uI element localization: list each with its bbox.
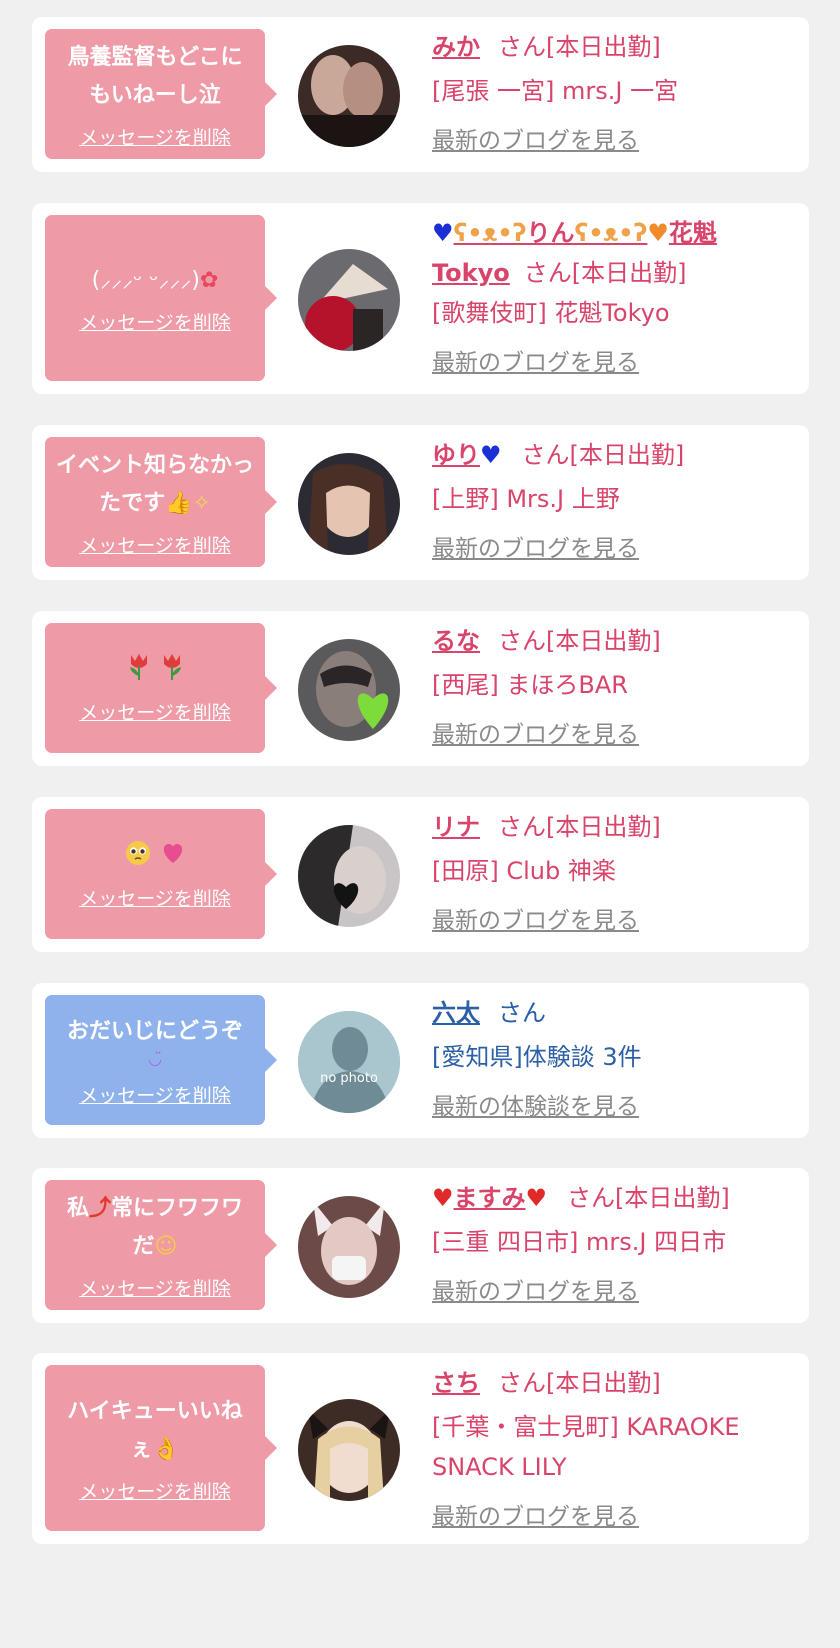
tulip-icon [129,654,147,680]
smiling-face-icon: ◡̈ [148,1048,162,1068]
shop-text: [西尾] まほろBAR [432,671,628,699]
avatar[interactable] [298,825,400,927]
cast-info: るな さん[本日出勤] [西尾] まほろBAR 最新のブログを見る [432,621,795,755]
message-card: イベント知らなかったです👍✧ メッセージを削除 ゆり♥ さん[本日出勤] [上野]… [32,425,809,580]
message-text: 私 [66,1195,89,1221]
message-bubble: 鳥養監督もどこにもいねーし泣 メッセージを削除 [45,29,277,159]
arrow-up-right-icon: ⤴ [88,1195,111,1221]
message-bubble: メッセージを削除 [45,809,277,939]
delete-message-link[interactable]: メッセージを削除 [79,884,231,911]
avatar[interactable] [298,453,400,555]
pink-heart-icon [163,843,182,863]
blue-heart-icon: ♥ [480,441,502,469]
cast-info: リナ さん[本日出勤] [田原] Club 神楽 最新のブログを見る [432,807,795,941]
message-bubble: おだいじにどうぞ ◡̈ メッセージを削除 [45,995,277,1125]
rolling-laughing-icon: ☺ [154,1233,178,1259]
latest-blog-link[interactable]: 最新のブログを見る [432,121,639,161]
orange-heart-icon: ♥ [647,219,669,247]
latest-blog-link[interactable]: 最新のブログを見る [432,901,639,941]
shop-text: [三重 四日市] mrs.J 四日市 [432,1228,727,1256]
shop-text: [尾張 一宮] mrs.J 一宮 [432,77,679,105]
member-suffix: さん [498,999,546,1027]
cast-info: ♥ますみ♥ さん[本日出勤] [三重 四日市] mrs.J 四日市 最新のブログを… [432,1178,795,1312]
message-bubble: イベント知らなかったです👍✧ メッセージを削除 [45,437,277,567]
latest-blog-link[interactable]: 最新のブログを見る [432,343,639,383]
cast-info: 六太 さん [愛知県]体験談 3件 最新の体験談を見る [432,993,795,1127]
avatar[interactable] [298,1196,400,1298]
latest-blog-link[interactable]: 最新のブログを見る [432,1497,639,1537]
cast-name-link[interactable]: リナ [432,813,480,841]
message-bubble: 私⤴常にフワフワだ☺ メッセージを削除 [45,1180,277,1310]
shop-text: [千葉・富士見町] KARAOKE SNACK LILY [432,1413,740,1481]
sparkles-icon: ✧ [192,490,211,516]
no-photo-label: no photo [320,1071,378,1086]
pleading-face-icon [125,840,150,865]
avatar[interactable] [298,45,400,147]
delete-message-link[interactable]: メッセージを削除 [79,123,231,150]
message-text: おだいじにどうぞ [66,1018,243,1044]
latest-blog-link[interactable]: 最新のブログを見る [432,715,639,755]
message-card: 鳥養監督もどこにもいねーし泣 メッセージを削除 みか さん[本日出勤] [尾張 一… [32,17,809,172]
message-card: 私⤴常にフワフワだ☺ メッセージを削除 ♥ますみ♥ さん[本日出勤] [三重 四日… [32,1168,809,1323]
message-card: ハイキューいいねぇ👌 メッセージを削除 さち さん[本日出勤] [千葉・富士見町]… [32,1353,809,1544]
hamster-icon: ʕ•ᴥ•ʔ [453,219,527,247]
thumbs-up-icon: 👍 [165,490,193,516]
delete-message-link[interactable]: メッセージを削除 [79,1477,231,1504]
message-text: (⸝⸝⸝ᵕ ᵕ⸝⸝⸝) [91,267,200,293]
latest-review-link[interactable]: 最新の体験談を見る [432,1087,639,1127]
cast-status: さん[本日出勤] [567,1184,730,1212]
delete-message-link[interactable]: メッセージを削除 [79,531,231,558]
message-bubble: ハイキューいいねぇ👌 メッセージを削除 [45,1365,277,1531]
cast-info: ゆり♥ さん[本日出勤] [上野] Mrs.J 上野 最新のブログを見る [432,435,795,569]
red-heart-icon: ♥ [432,1184,454,1212]
cast-info: ♥ʕ•ᴥ•ʔりんʕ•ᴥ•ʔ♥花魁Tokyo さん[本日出勤] [歌舞伎町] 花魁T… [432,213,795,383]
cast-name-link[interactable]: みか [432,33,480,61]
cast-status: さん[本日出勤] [498,33,661,61]
latest-blog-link[interactable]: 最新のブログを見る [432,1272,639,1312]
cast-name-link[interactable]: ゆり♥ [432,441,502,469]
cast-name-link[interactable]: ♥ますみ♥ [432,1184,547,1212]
avatar[interactable] [298,639,400,741]
delete-message-link[interactable]: メッセージを削除 [79,1081,231,1108]
shop-text: [上野] Mrs.J 上野 [432,485,620,513]
delete-message-link[interactable]: メッセージを削除 [79,308,231,335]
shop-text: [田原] Club 神楽 [432,857,616,885]
cast-status: さん[本日出勤] [498,1369,661,1397]
cast-info: みか さん[本日出勤] [尾張 一宮] mrs.J 一宮 最新のブログを見る [432,27,795,161]
review-count-text: [愛知県]体験談 3件 [432,1043,642,1071]
cast-name-link[interactable]: さち [432,1369,480,1397]
message-bubble: (⸝⸝⸝ᵕ ᵕ⸝⸝⸝)✿ メッセージを削除 [45,215,277,381]
blue-heart-icon: ♥ [432,219,454,247]
hamster-icon: ʕ•ᴥ•ʔ [574,219,648,247]
delete-message-link[interactable]: メッセージを削除 [79,1274,231,1301]
cast-status: さん[本日出勤] [498,813,661,841]
cast-info: さち さん[本日出勤] [千葉・富士見町] KARAOKE SNACK LILY … [432,1363,795,1537]
cast-status: さん[本日出勤] [523,259,687,287]
avatar[interactable] [298,1399,400,1501]
red-heart-icon: ♥ [525,1184,548,1212]
message-text: 鳥養監督もどこにもいねーし泣 [67,44,243,108]
message-text: イベント知らなかったです [56,452,255,516]
message-bubble: メッセージを削除 [45,623,277,753]
pinched-fingers-icon: 👌 [152,1436,180,1462]
cast-status: さん[本日出勤] [521,441,685,469]
delete-message-link[interactable]: メッセージを削除 [79,698,231,725]
message-card: メッセージを削除 るな さん[本日出勤] [西尾] まほろBAR 最新のブログを見… [32,611,809,766]
cast-name-link[interactable]: るな [432,627,480,655]
message-card: (⸝⸝⸝ᵕ ᵕ⸝⸝⸝)✿ メッセージを削除 ♥ʕ•ᴥ•ʔりんʕ•ᴥ•ʔ♥花魁To… [32,203,809,394]
member-name-link[interactable]: 六太 [432,999,480,1027]
message-card: メッセージを削除 リナ さん[本日出勤] [田原] Club 神楽 最新のブログを… [32,797,809,952]
shop-text: [歌舞伎町] 花魁Tokyo [432,299,670,327]
message-card: おだいじにどうぞ ◡̈ メッセージを削除 no photo 六太 さん [愛知県]… [32,983,809,1138]
cast-status: さん[本日出勤] [498,627,661,655]
tulip-icon [163,654,181,680]
avatar[interactable] [298,249,400,351]
latest-blog-link[interactable]: 最新のブログを見る [432,529,639,569]
flower-icon: ✿ [199,267,219,293]
no-photo-silhouette-icon [298,1011,400,1113]
avatar[interactable]: no photo [298,1011,400,1113]
